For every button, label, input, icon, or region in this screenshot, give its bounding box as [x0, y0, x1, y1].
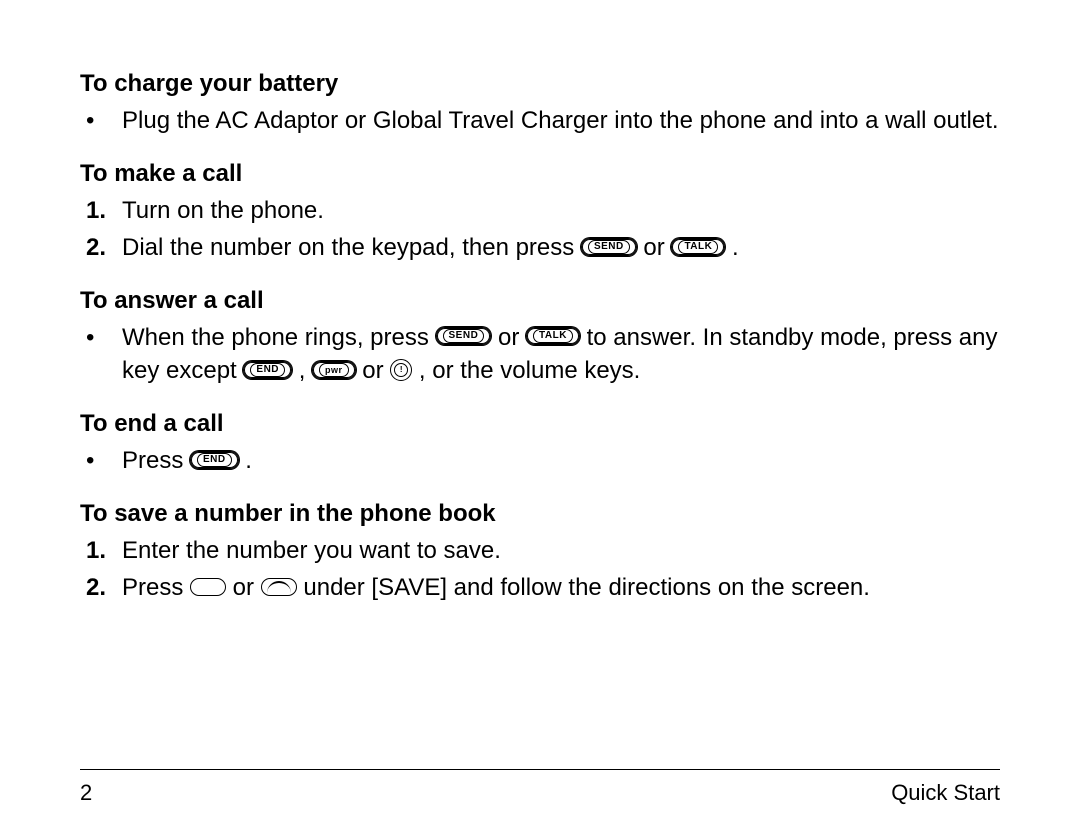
text-run: Turn on the phone. [122, 197, 324, 224]
list-item-content: Dial the number on the keypad, then pres… [122, 231, 1000, 265]
talk-button-icon: TALK [526, 327, 580, 345]
text-run: or [356, 357, 391, 384]
text-run: Press [122, 447, 190, 474]
section-heading: To save a number in the phone book [80, 500, 1000, 528]
text-run: or [637, 234, 672, 261]
list-item: 2.Dial the number on the keypad, then pr… [80, 231, 1000, 265]
footer-title: Quick Start [891, 780, 1000, 806]
section-heading: To answer a call [80, 287, 1000, 315]
section-heading: To charge your battery [80, 70, 1000, 98]
manual-page: To charge your battery•Plug the AC Adapt… [0, 0, 1080, 834]
content-sections: To charge your battery•Plug the AC Adapt… [80, 70, 1000, 605]
text-run: or [491, 324, 526, 351]
end-button-icon: END [190, 451, 239, 469]
text-run: or [226, 574, 261, 601]
list-item: 1.Enter the number you want to save. [80, 534, 1000, 568]
list-item-content: Plug the AC Adaptor or Global Travel Cha… [122, 104, 1000, 138]
list-marker: • [80, 444, 122, 478]
list-item-content: When the phone rings, press SEND or TALK… [122, 321, 1000, 388]
section-heading: To end a call [80, 410, 1000, 438]
list-item-content: Turn on the phone. [122, 194, 1000, 228]
text-run: Enter the number you want to save. [122, 537, 501, 564]
list-item-content: Press or under [SAVE] and follow the dir… [122, 571, 1000, 605]
talk-button-icon: TALK [671, 238, 725, 256]
text-run: . [725, 234, 738, 261]
list-item: •Press END . [80, 444, 1000, 478]
text-run: , or the volume keys. [412, 357, 640, 384]
list-marker: 1. [80, 194, 122, 228]
list-marker: • [80, 104, 122, 138]
list-marker: 2. [80, 231, 122, 265]
list-marker: • [80, 321, 122, 355]
softkey-arc-icon [261, 578, 297, 596]
section-heading: To make a call [80, 160, 1000, 188]
end-button-icon: END [243, 361, 292, 379]
list-marker: 1. [80, 534, 122, 568]
list-item: •Plug the AC Adaptor or Global Travel Ch… [80, 104, 1000, 138]
info-button-icon: ! [390, 359, 412, 381]
text-run: Press [122, 574, 190, 601]
send-button-icon: SEND [436, 327, 492, 345]
list-item: 2.Press or under [SAVE] and follow the d… [80, 571, 1000, 605]
list-item-content: Press END . [122, 444, 1000, 478]
text-run: . [239, 447, 252, 474]
text-run: under [SAVE] and follow the directions o… [297, 574, 870, 601]
text-run: Plug the AC Adaptor or Global Travel Cha… [122, 107, 999, 134]
page-number: 2 [80, 780, 92, 806]
pwr-button-icon: pwr [312, 361, 356, 379]
list-marker: 2. [80, 571, 122, 605]
send-button-icon: SEND [581, 238, 637, 256]
list-item: 1.Turn on the phone. [80, 194, 1000, 228]
list-item-content: Enter the number you want to save. [122, 534, 1000, 568]
softkey-plain-icon [190, 578, 226, 596]
page-footer: 2 Quick Start [80, 769, 1000, 806]
list-item: •When the phone rings, press SEND or TAL… [80, 321, 1000, 388]
text-run: , [292, 357, 312, 384]
text-run: When the phone rings, press [122, 324, 436, 351]
text-run: Dial the number on the keypad, then pres… [122, 234, 581, 261]
